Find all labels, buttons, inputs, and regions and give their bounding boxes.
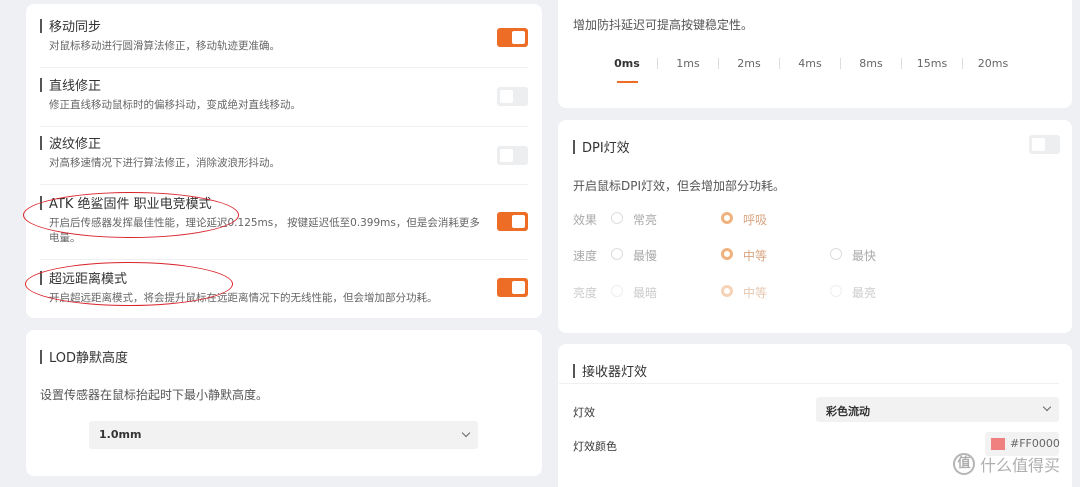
tab-1ms[interactable]: 1ms: [658, 55, 718, 72]
option-speed-medium: 中等: [743, 249, 768, 263]
dpi-speed-row: 速度: [573, 249, 598, 263]
radio-dimmest[interactable]: [611, 285, 623, 297]
radio-slowest[interactable]: [611, 248, 623, 260]
effect-value: 彩色流动: [826, 405, 870, 418]
color-swatch: [991, 438, 1005, 450]
effect-label: 灯效: [573, 406, 595, 419]
dpi-effect-row: 效果: [573, 213, 598, 227]
receiver-title: 接收器灯效: [573, 361, 647, 380]
tab-15ms[interactable]: 15ms: [902, 55, 962, 72]
debounce-tabs: 0ms 1ms 2ms 4ms 8ms 15ms 20ms: [597, 55, 1023, 72]
watermark-logo-icon: 值: [953, 453, 975, 475]
angle-snap-toggle[interactable]: [497, 87, 528, 106]
ripple-control-toggle[interactable]: [497, 146, 528, 165]
row-title: 移动同步: [49, 20, 102, 35]
radio-brightness-medium[interactable]: [721, 285, 733, 297]
row-desc: 修正直线移动鼠标时的偏移抖动，变成绝对直线移动。: [49, 99, 301, 111]
option-breathing: 呼吸: [743, 213, 768, 227]
option-fastest: 最快: [852, 249, 877, 263]
motion-sync-toggle[interactable]: [497, 28, 528, 47]
row-title: 直线修正: [49, 79, 102, 94]
color-label: 灯效颜色: [573, 440, 617, 453]
dpi-desc: 开启鼠标DPI灯效，但会增加部分功耗。: [573, 179, 786, 193]
watermark: 值 什么值得买: [953, 452, 1060, 476]
receiver-title-divider: [559, 383, 1059, 384]
setting-row-motion-sync: 移动同步 对鼠标移动进行圆滑算法修正，移动轨迹更准确。: [40, 16, 528, 68]
lod-title: LOD静默高度: [40, 347, 128, 366]
long-range-toggle[interactable]: [497, 278, 528, 297]
row-title: 波纹修正: [49, 137, 102, 152]
tab-0ms[interactable]: 0ms: [597, 55, 657, 72]
effect-select[interactable]: 彩色流动: [816, 397, 1059, 422]
radio-breathing[interactable]: [721, 212, 733, 224]
lod-select[interactable]: 1.0mm: [89, 421, 478, 449]
radio-fastest[interactable]: [830, 248, 842, 260]
active-tab-underline: [617, 81, 638, 83]
tab-4ms[interactable]: 4ms: [780, 55, 840, 72]
row-desc: 对高移速情况下进行算法修正，消除波浪形抖动。: [49, 157, 280, 169]
option-brightest: 最亮: [852, 286, 877, 300]
lod-value: 1.0mm: [99, 428, 142, 441]
color-hex-value: #FF0000: [1010, 437, 1060, 450]
setting-row-ripple-control: 波纹修正 对高移速情况下进行算法修正，消除波浪形抖动。: [40, 133, 528, 185]
chevron-down-icon: [1042, 402, 1052, 412]
option-steady: 常亮: [633, 213, 658, 227]
setting-row-angle-snap: 直线修正 修正直线移动鼠标时的偏移抖动，变成绝对直线移动。: [40, 75, 528, 127]
annotation-ellipse: [25, 262, 233, 306]
option-dimmest: 最暗: [633, 286, 658, 300]
radio-steady[interactable]: [611, 212, 623, 224]
chevron-down-icon: [461, 428, 471, 438]
dpi-title: DPI灯效: [573, 137, 630, 156]
tab-2ms[interactable]: 2ms: [719, 55, 779, 72]
tab-8ms[interactable]: 8ms: [841, 55, 901, 72]
lod-desc: 设置传感器在鼠标抬起时下最小静默高度。: [40, 388, 269, 402]
dpi-brightness-row: 亮度: [573, 286, 598, 300]
option-brightness-medium: 中等: [743, 286, 768, 300]
dpi-toggle[interactable]: [1029, 135, 1060, 154]
debounce-desc: 增加防抖延迟可提高按键稳定性。: [573, 18, 754, 32]
watermark-text: 什么值得买: [980, 456, 1061, 475]
radio-brightest[interactable]: [830, 285, 842, 297]
esports-mode-toggle[interactable]: [497, 212, 528, 231]
annotation-ellipse: [23, 192, 239, 238]
radio-speed-medium[interactable]: [721, 248, 733, 260]
option-slowest: 最慢: [633, 249, 658, 263]
row-desc: 对鼠标移动进行圆滑算法修正，移动轨迹更准确。: [49, 40, 280, 52]
tab-20ms[interactable]: 20ms: [963, 55, 1023, 72]
